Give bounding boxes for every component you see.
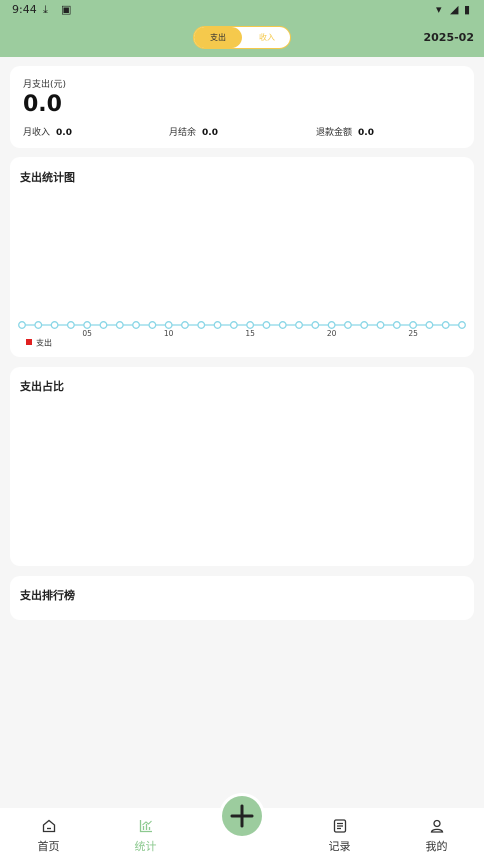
data-point-day-15[interactable]: [246, 321, 255, 329]
expense-ratio-title: 支出占比: [20, 380, 64, 393]
list-icon: [333, 819, 346, 833]
data-point-day-1[interactable]: [18, 321, 26, 329]
data-point-day-19[interactable]: [311, 321, 320, 329]
income-value: 0.0: [56, 128, 72, 138]
tab-profile[interactable]: 我的: [388, 808, 484, 860]
data-point-day-26[interactable]: [425, 321, 434, 329]
expense-chart-card: 支出统计图 05 10 15 20 25 支出: [10, 157, 474, 357]
tab-profile-label: 我的: [425, 840, 448, 853]
data-point-day-8[interactable]: [132, 321, 141, 329]
signal-icon: ◢: [450, 3, 459, 16]
legend-label-expense: 支出: [36, 338, 52, 348]
data-point-day-13[interactable]: [213, 321, 222, 329]
plus-icon: [230, 804, 254, 828]
status-time: 9:44: [12, 3, 37, 16]
data-point-day-27[interactable]: [441, 321, 450, 329]
data-point-day-23[interactable]: [376, 321, 385, 329]
tab-statistics[interactable]: 统计: [97, 808, 194, 860]
summary-card: 月支出(元) 0.0 月收入 0.0 月结余 0.0 退款金额 0.0: [10, 66, 474, 148]
balance-stat: 月结余 0.0: [169, 125, 218, 138]
balance-value: 0.0: [202, 128, 218, 138]
data-point-day-24[interactable]: [392, 321, 401, 329]
data-point-day-25[interactable]: [409, 321, 418, 329]
data-point-day-6[interactable]: [99, 321, 108, 329]
balance-label: 月结余: [169, 128, 197, 138]
data-point-day-20[interactable]: [327, 321, 336, 329]
data-point-day-21[interactable]: [343, 321, 352, 329]
app-notification-icon: ▣: [61, 3, 72, 16]
tab-statistics-label: 统计: [134, 840, 157, 853]
monthly-expense-label: 月支出(元): [23, 80, 67, 90]
data-point-day-17[interactable]: [278, 321, 287, 329]
data-point-day-12[interactable]: [197, 321, 206, 329]
download-icon: ⤓: [43, 3, 48, 16]
toggle-income-button[interactable]: 收入: [244, 27, 290, 48]
status-bar: 9:44 ⤓ ▣ ▾ ◢ ▮: [0, 0, 484, 20]
type-toggle: 支出 收入: [193, 26, 291, 49]
x-tick-label: 10: [164, 329, 174, 338]
income-stat: 月收入 0.0: [23, 125, 72, 138]
data-point-day-9[interactable]: [148, 321, 157, 329]
data-point-day-3[interactable]: [50, 321, 59, 329]
refund-value: 0.0: [358, 128, 374, 138]
data-point-day-11[interactable]: [181, 321, 189, 329]
refund-stat: 退款金额 0.0: [316, 125, 374, 138]
x-tick-label: 25: [408, 329, 418, 338]
x-tick-label: 15: [245, 329, 255, 338]
add-record-button[interactable]: [222, 796, 262, 836]
refund-label: 退款金额: [316, 128, 353, 138]
data-point-day-4[interactable]: [66, 321, 75, 329]
chart-icon: [139, 820, 152, 833]
data-point-day-5[interactable]: [83, 321, 92, 329]
expense-line-chart: 05 10 15 20 25 支出: [18, 321, 466, 348]
month-picker[interactable]: 2025-02: [424, 31, 475, 44]
wifi-icon: ▾: [436, 3, 442, 16]
expense-ratio-card: 支出占比: [10, 367, 474, 566]
data-point-day-28[interactable]: [458, 321, 466, 329]
tab-home-label: 首页: [37, 840, 60, 853]
data-point-day-10[interactable]: [164, 321, 173, 329]
battery-icon: ▮: [464, 3, 471, 16]
home-icon: [42, 819, 55, 833]
data-point-day-22[interactable]: [360, 321, 369, 329]
legend-swatch-expense: [26, 339, 32, 345]
monthly-expense-value: 0.0: [23, 92, 62, 117]
toggle-expense-button[interactable]: 支出: [194, 27, 242, 48]
expense-ranking-title: 支出排行榜: [20, 589, 75, 602]
tab-records-label: 记录: [328, 840, 351, 853]
expense-ranking-card: 支出排行榜: [10, 576, 474, 620]
x-tick-label: 20: [327, 329, 337, 338]
income-label: 月收入: [23, 128, 51, 138]
data-point-day-7[interactable]: [115, 321, 124, 329]
user-icon: [430, 819, 443, 833]
data-point-day-2[interactable]: [34, 321, 43, 329]
x-tick-label: 05: [82, 329, 92, 338]
tab-home[interactable]: 首页: [0, 808, 97, 860]
data-point-day-18[interactable]: [295, 321, 303, 329]
app-header: 9:44 ⤓ ▣ ▾ ◢ ▮ 支出 收入 2025-02: [0, 0, 484, 57]
data-point-day-16[interactable]: [262, 321, 271, 329]
tab-records[interactable]: 记录: [291, 808, 388, 860]
data-point-day-14[interactable]: [229, 321, 238, 329]
